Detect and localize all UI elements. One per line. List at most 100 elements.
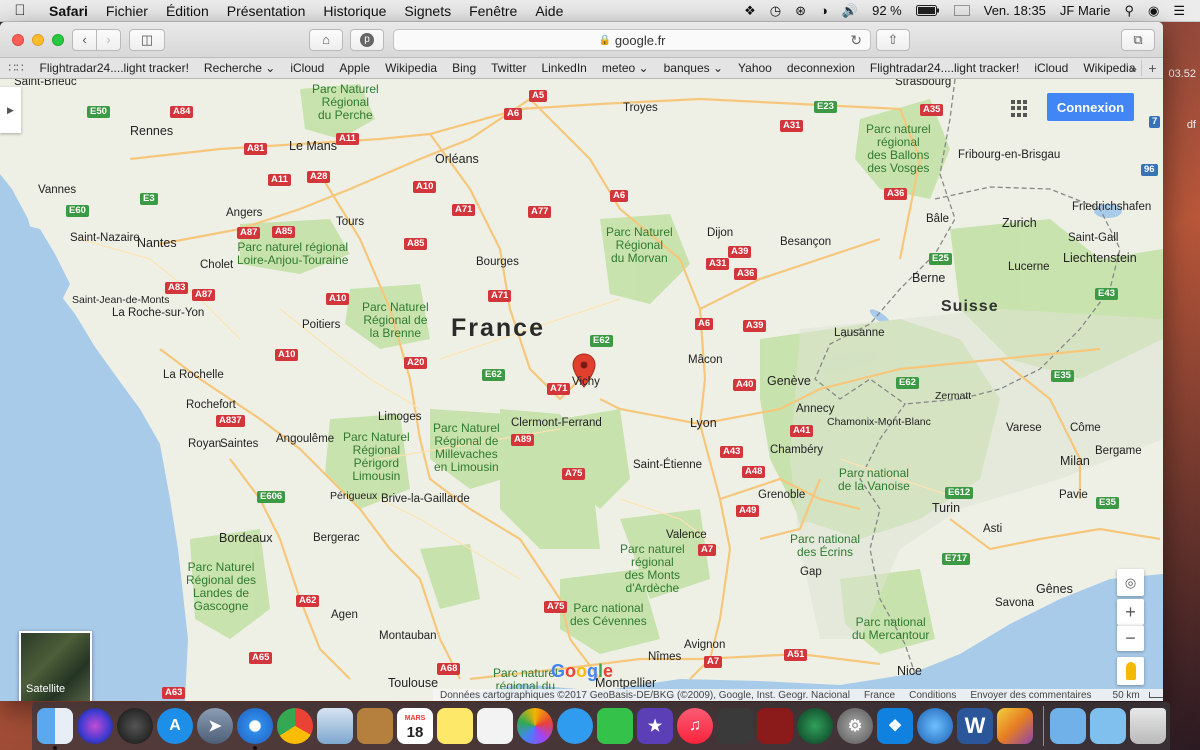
share-button[interactable]: ⇧	[876, 28, 910, 51]
feedback-link[interactable]: Envoyer des commentaires	[963, 690, 1098, 701]
time-machine-icon[interactable]: ◷	[763, 3, 788, 19]
notification-center-icon[interactable]: ☰	[1166, 3, 1192, 19]
sketch-icon[interactable]	[997, 708, 1033, 744]
reload-icon[interactable]: ↻	[850, 32, 862, 49]
close-window-button[interactable]	[12, 33, 24, 46]
zoom-out-button[interactable]: −	[1117, 625, 1144, 651]
spotlight-icon[interactable]: ⚲	[1117, 3, 1141, 19]
bookmark-item[interactable]: Yahoo	[731, 61, 780, 75]
road-shield: A81	[244, 143, 268, 155]
input-source-flag-icon[interactable]	[947, 3, 977, 18]
bookmark-item[interactable]: Wikipedia	[378, 61, 445, 75]
screenshot-icon[interactable]	[717, 708, 753, 744]
wifi-icon[interactable]: ◑	[813, 3, 835, 18]
menu-fenetre[interactable]: Fenêtre	[460, 3, 526, 19]
app-store-icon[interactable]: A	[157, 708, 193, 744]
menu-signets[interactable]: Signets	[395, 3, 460, 19]
clock[interactable]: Ven. 18:35	[977, 3, 1053, 18]
messages-icon[interactable]	[557, 708, 593, 744]
user-name[interactable]: JF Marie	[1053, 3, 1118, 18]
siri-icon[interactable]: ◉	[1141, 3, 1166, 19]
bookmark-folder[interactable]: Recherche ⌄	[196, 61, 282, 75]
bookmark-item[interactable]: Flightradar24....light tracker!	[32, 61, 196, 75]
word-icon[interactable]: W	[957, 708, 993, 744]
sidebar-button[interactable]: ◫	[129, 28, 165, 51]
imovie-icon[interactable]: ★	[637, 708, 673, 744]
battery-icon[interactable]	[909, 5, 947, 16]
my-location-button[interactable]: ◎	[1117, 569, 1144, 596]
siri-icon[interactable]	[77, 708, 113, 744]
google-apps-icon[interactable]	[1011, 100, 1028, 117]
itunes-icon[interactable]: ♫	[677, 708, 713, 744]
notes-icon[interactable]	[437, 708, 473, 744]
calendar-icon[interactable]: MARS 18	[397, 708, 433, 744]
forward-button[interactable]: ›	[96, 28, 121, 51]
bookmark-item[interactable]: Apple	[332, 61, 378, 75]
time-machine-icon[interactable]	[797, 708, 833, 744]
chrome-icon[interactable]	[277, 708, 313, 744]
dropbox-icon[interactable]: ❖	[737, 3, 763, 19]
photo-booth-icon[interactable]	[757, 708, 793, 744]
bookmark-item[interactable]: Flightradar24....light tracker!	[862, 61, 1026, 75]
back-button[interactable]: ‹	[72, 28, 97, 51]
reminders-icon[interactable]	[477, 708, 513, 744]
applications-folder-icon[interactable]	[1050, 708, 1086, 744]
signin-button[interactable]: Connexion	[1047, 93, 1134, 121]
bookmark-folder[interactable]: banques ⌄	[656, 61, 730, 75]
google-earth-icon[interactable]	[917, 708, 953, 744]
new-tab-button[interactable]: +	[1141, 60, 1163, 76]
city-label: Le Mans	[289, 139, 337, 153]
bookmark-item[interactable]: Bing	[445, 61, 484, 75]
scale-bar[interactable]: 50 km	[1099, 690, 1163, 701]
menu-aide[interactable]: Aide	[526, 3, 572, 19]
contacts-icon[interactable]	[357, 708, 393, 744]
city-label: Lucerne	[1008, 261, 1050, 273]
bluetooth-icon[interactable]: ⊛	[788, 3, 813, 19]
road-shield: A41	[790, 425, 814, 437]
street-view-pegman[interactable]	[1117, 657, 1144, 685]
preview-icon[interactable]	[317, 708, 353, 744]
pinterest-button[interactable]: p	[350, 28, 384, 51]
home-button[interactable]: ⌂	[309, 28, 343, 51]
bookmark-folder[interactable]: meteo ⌄	[594, 61, 656, 75]
dashboard-icon[interactable]	[117, 708, 153, 744]
google-map[interactable]: France Suisse Parc Naturel Régional du P…	[0, 79, 1163, 701]
city-label: Montauban	[379, 630, 437, 642]
bookmark-item[interactable]: iCloud	[283, 61, 332, 75]
satellite-toggle[interactable]: Satellite	[19, 631, 92, 701]
bookmark-item[interactable]: Twitter	[484, 61, 534, 75]
bookmark-item[interactable]: deconnexion	[779, 61, 862, 75]
zoom-in-button[interactable]: +	[1117, 599, 1144, 625]
trash-icon[interactable]	[1130, 708, 1166, 744]
terms-link[interactable]: Conditions	[902, 690, 963, 701]
bookmark-item[interactable]: iCloud	[1027, 61, 1076, 75]
facetime-icon[interactable]	[597, 708, 633, 744]
bookmark-item[interactable]: LinkedIn	[534, 61, 594, 75]
show-all-bookmarks-icon[interactable]: ∷∷	[0, 61, 32, 75]
safari-icon[interactable]	[237, 708, 273, 750]
address-bar[interactable]: 🔒 google.fr ↻	[393, 29, 871, 51]
zoom-window-button[interactable]	[52, 33, 64, 46]
volume-icon[interactable]: 🔊	[835, 3, 865, 19]
dock: A ➤ MARS 18 ★ ♫ ⚙ ❖ W	[32, 702, 1170, 750]
region-link[interactable]: France	[857, 690, 902, 701]
dropbox-icon[interactable]: ❖	[877, 708, 913, 744]
menu-app-safari[interactable]: Safari	[40, 3, 97, 19]
launchpad-icon[interactable]: ➤	[197, 708, 233, 744]
minimize-window-button[interactable]	[32, 33, 44, 46]
safari-window: ‹ › ◫ ⌂ p 🔒 google.fr ↻ ⇧ ⧉ ∷∷ Flightrad…	[0, 22, 1163, 701]
finder-icon[interactable]	[37, 708, 73, 750]
documents-folder-icon[interactable]	[1090, 708, 1126, 744]
menu-historique[interactable]: Historique	[314, 3, 395, 19]
system-preferences-icon[interactable]: ⚙	[837, 708, 873, 744]
photos-icon[interactable]	[517, 708, 553, 744]
road-shield: A36	[884, 188, 908, 200]
more-bookmarks-button[interactable]: »	[1130, 61, 1137, 76]
tabs-overview-button[interactable]: ⧉	[1121, 28, 1155, 51]
menu-edition[interactable]: Édition	[157, 3, 218, 19]
apple-logo-icon[interactable]: 	[0, 2, 40, 19]
battery-percent[interactable]: 92 %	[865, 3, 909, 18]
menu-presentation[interactable]: Présentation	[218, 3, 315, 19]
side-panel-toggle[interactable]: ▶	[0, 87, 21, 133]
menu-fichier[interactable]: Fichier	[97, 3, 157, 19]
